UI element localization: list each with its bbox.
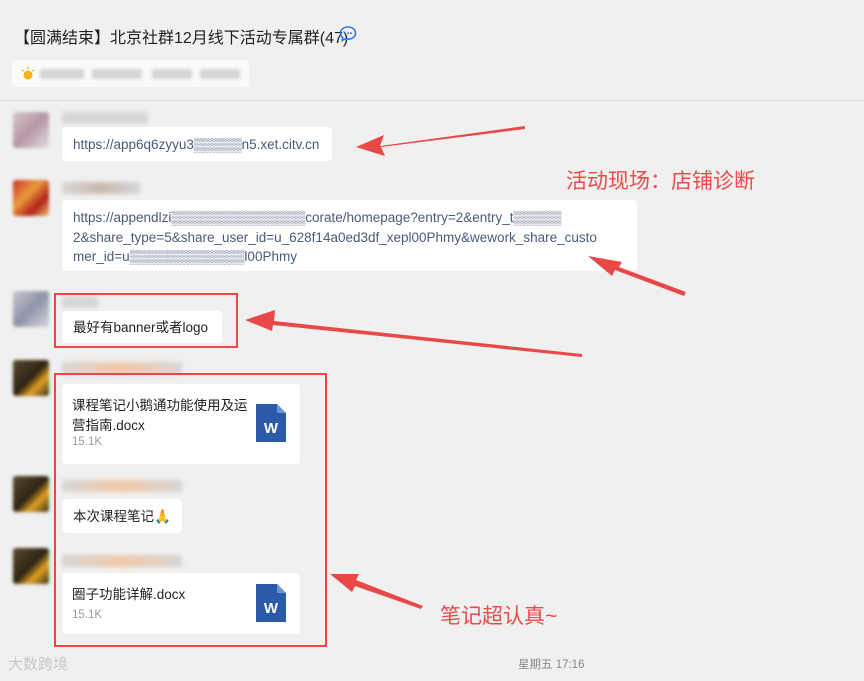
timestamp: 星期五 17:16 — [518, 659, 585, 671]
annotation-arrows — [245, 126, 686, 609]
red-arrow — [588, 256, 686, 296]
red-arrow — [356, 126, 525, 156]
annotation-notes: 笔记超认真~ — [440, 605, 558, 628]
annotation-scene: 活动现场：店铺诊断 — [566, 170, 755, 193]
watermark-logo: 大数跨境 — [8, 656, 69, 673]
red-arrow — [330, 574, 423, 609]
red-arrow — [245, 310, 582, 357]
